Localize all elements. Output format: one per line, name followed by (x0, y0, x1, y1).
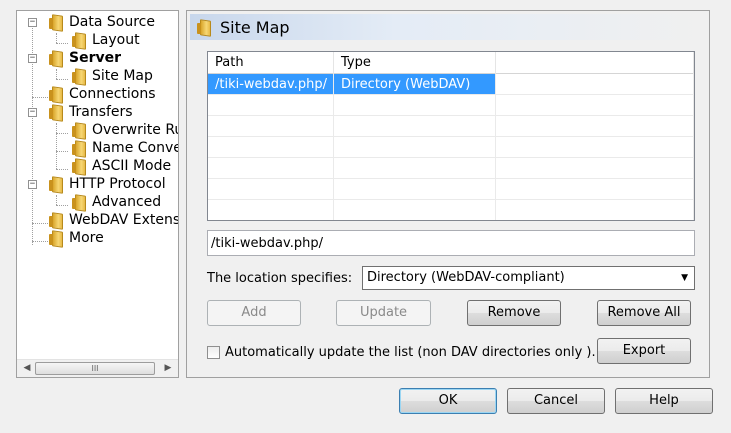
expander-transfers[interactable]: − (28, 108, 37, 117)
folder-icon (48, 177, 64, 191)
row-path: /tiki-webdav.php/ (208, 74, 334, 95)
tree-item-label: Data Source (69, 14, 155, 30)
site-map-panel: Site Map Path Type /tiki-webdav.php/ Dir… (186, 10, 710, 378)
tree-item-ascii-mode[interactable]: ASCII Mode (71, 157, 171, 175)
tree-item-overwrite-rules[interactable]: Overwrite Rul (71, 121, 178, 139)
update-button[interactable]: Update (336, 300, 431, 326)
expander-data-source[interactable]: − (28, 18, 37, 27)
add-button[interactable]: Add (207, 300, 301, 326)
tree-line (56, 69, 57, 79)
tree-item-label: Connections (69, 86, 156, 102)
table-row[interactable]: /tiki-webdav.php/ Directory (WebDAV) (208, 74, 694, 95)
scroll-thumb[interactable]: III (35, 362, 155, 375)
folder-icon (71, 33, 87, 47)
folder-icon (71, 69, 87, 83)
path-input[interactable] (207, 230, 695, 256)
panel-title: Site Map (220, 17, 290, 37)
column-header-path[interactable]: Path (208, 52, 334, 74)
tree-line (56, 33, 57, 43)
tree-line (56, 43, 68, 44)
empty-row (208, 137, 694, 158)
tree-item-connections[interactable]: Connections (48, 85, 156, 103)
tree-item-webdav-extensions[interactable]: WebDAV Extensi (48, 211, 178, 229)
empty-row (208, 158, 694, 179)
tree-item-label: Advanced (92, 194, 162, 210)
tree-line (56, 123, 57, 169)
tree-item-name-conversion[interactable]: Name Conver (71, 139, 178, 157)
cancel-button[interactable]: Cancel (507, 388, 605, 414)
tree-line (56, 169, 68, 170)
settings-tree[interactable]: − − − − Data Source Layout Server Site M… (16, 10, 179, 378)
tree-item-label: Name Conver (92, 140, 178, 156)
row-type: Directory (WebDAV) (334, 74, 496, 95)
tree-item-label: Transfers (69, 104, 133, 120)
scroll-right-icon[interactable]: ▶ (160, 363, 176, 373)
tree-item-data-source[interactable]: Data Source (48, 13, 155, 31)
tree-item-label: More (69, 230, 104, 246)
folder-icon (48, 15, 64, 29)
export-button[interactable]: Export (597, 338, 691, 364)
tree-item-layout[interactable]: Layout (71, 31, 140, 49)
folder-icon (71, 141, 87, 155)
remove-all-button[interactable]: Remove All (597, 300, 691, 326)
tree-content: − − − − Data Source Layout Server Site M… (17, 11, 178, 359)
tree-line (56, 205, 68, 206)
tree-line (32, 223, 48, 224)
tree-item-site-map[interactable]: Site Map (71, 67, 153, 85)
folder-icon (48, 87, 64, 101)
site-map-list[interactable]: Path Type /tiki-webdav.php/ Directory (W… (207, 51, 695, 221)
help-button[interactable]: Help (615, 388, 713, 414)
tree-item-transfers[interactable]: Transfers (48, 103, 133, 121)
list-header: Path Type (208, 52, 694, 74)
row-blank (496, 74, 694, 95)
auto-update-label: Automatically update the list (non DAV d… (225, 345, 596, 360)
tree-item-http-protocol[interactable]: HTTP Protocol (48, 175, 166, 193)
column-header-blank (496, 52, 694, 74)
folder-icon (48, 105, 64, 119)
panel-header: Site Map (190, 14, 706, 40)
expander-server[interactable]: − (28, 54, 37, 63)
tree-line (56, 79, 68, 80)
folder-icon (196, 20, 212, 34)
empty-row (208, 116, 694, 137)
tree-item-label: WebDAV Extensi (69, 212, 178, 228)
folder-icon (71, 195, 87, 209)
tree-line (56, 133, 68, 134)
tree-item-label: Server (69, 50, 122, 66)
remove-button[interactable]: Remove (467, 300, 561, 326)
tree-item-server[interactable]: Server (48, 49, 121, 67)
location-label: The location specifies: (207, 271, 353, 286)
tree-line (32, 241, 48, 242)
auto-update-option[interactable]: Automatically update the list (non DAV d… (207, 345, 596, 360)
empty-row (208, 179, 694, 200)
tree-item-more[interactable]: More (48, 229, 104, 247)
tree-item-label: Overwrite Rul (92, 122, 178, 138)
empty-row (208, 95, 694, 116)
expander-http-protocol[interactable]: − (28, 180, 37, 189)
folder-icon (48, 51, 64, 65)
tree-horizontal-scrollbar[interactable]: ◀ III ▶ (17, 359, 178, 377)
ok-button[interactable]: OK (399, 388, 497, 414)
location-selected-value: Directory (WebDAV-compliant) (367, 270, 565, 285)
empty-row (208, 200, 694, 220)
folder-icon (48, 231, 64, 245)
column-header-type[interactable]: Type (334, 52, 496, 74)
chevron-down-icon[interactable]: ▼ (681, 267, 688, 289)
tree-item-label: Layout (92, 32, 140, 48)
folder-icon (71, 123, 87, 137)
auto-update-checkbox[interactable] (207, 346, 220, 359)
tree-item-advanced[interactable]: Advanced (71, 193, 161, 211)
folder-icon (71, 159, 87, 173)
scroll-left-icon[interactable]: ◀ (19, 363, 35, 373)
tree-line (56, 151, 68, 152)
location-select[interactable]: Directory (WebDAV-compliant) ▼ (362, 266, 695, 290)
tree-line (32, 97, 48, 98)
tree-item-label: HTTP Protocol (69, 176, 166, 192)
tree-line (56, 195, 57, 205)
tree-item-label: Site Map (92, 68, 153, 84)
tree-item-label: ASCII Mode (92, 158, 172, 174)
folder-icon (48, 213, 64, 227)
